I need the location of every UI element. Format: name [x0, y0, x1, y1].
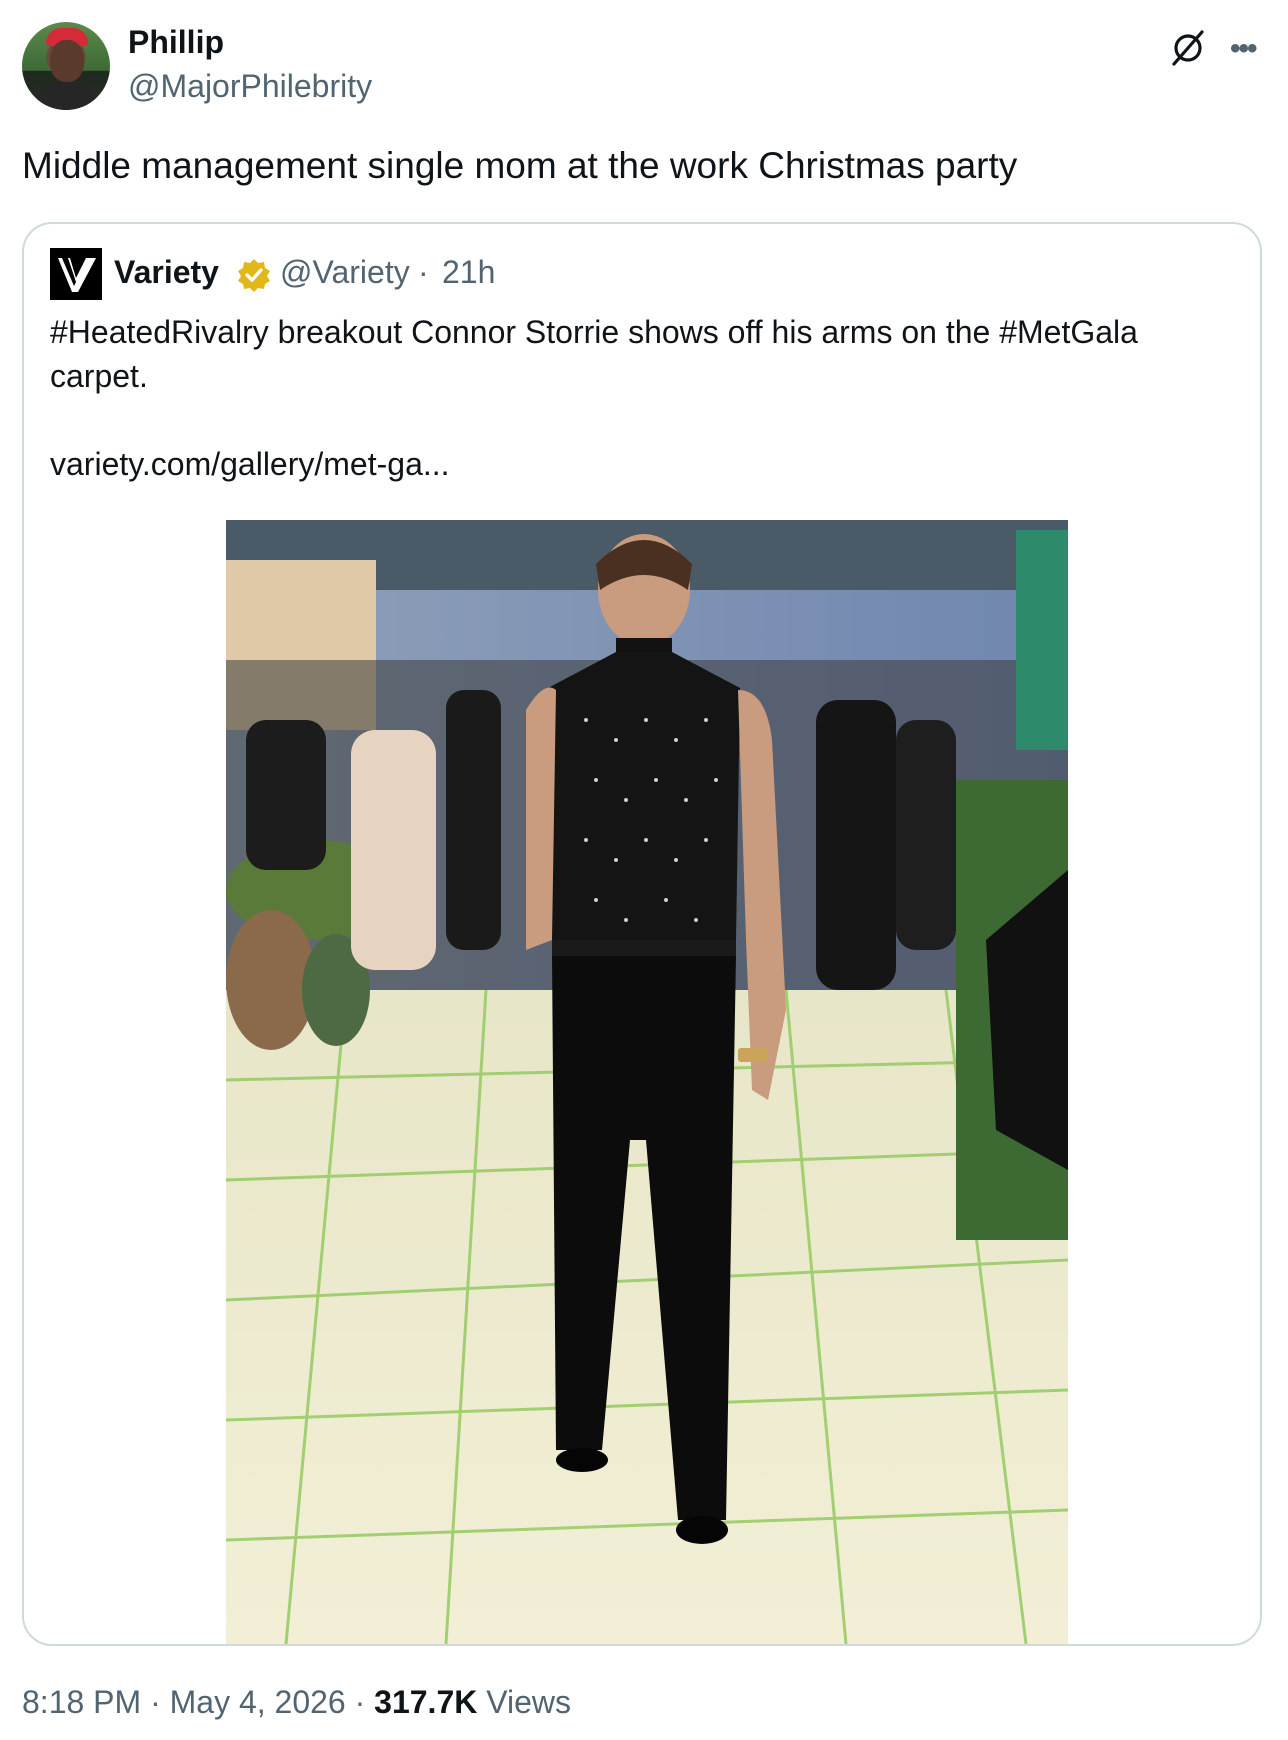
- author-name[interactable]: Phillip: [128, 24, 224, 61]
- tweet-date[interactable]: May 4, 2026: [170, 1684, 346, 1720]
- avatar-face: [50, 40, 84, 82]
- quoted-author-name[interactable]: Variety: [114, 254, 219, 291]
- more-options-icon[interactable]: •••: [1230, 34, 1257, 64]
- quoted-author-handle[interactable]: @Variety: [280, 254, 410, 291]
- grok-icon[interactable]: [1168, 28, 1208, 68]
- tweet-time[interactable]: 8:18 PM: [22, 1684, 141, 1720]
- quoted-timestamp[interactable]: 21h: [442, 254, 495, 291]
- footer-separator: ·: [354, 1684, 366, 1720]
- quoted-photo[interactable]: [226, 520, 1068, 1644]
- author-handle[interactable]: @MajorPhilebrity: [128, 68, 372, 105]
- tweet-metadata: 8:18 PM · May 4, 2026 · 317.7K Views: [22, 1684, 571, 1721]
- quoted-tweet-text: #HeatedRivalry breakout Connor Storrie s…: [50, 314, 1138, 394]
- met-gala-photo-illustration: [226, 520, 1068, 1644]
- quoted-link[interactable]: variety.com/gallery/met-ga...: [50, 446, 450, 483]
- tweet-text: Middle management single mom at the work…: [22, 145, 1018, 186]
- quoted-tweet[interactable]: Variety @Variety · 21h #HeatedRivalry br…: [22, 222, 1262, 1646]
- avatar-body: [34, 82, 100, 110]
- views-count: 317.7K: [374, 1684, 478, 1720]
- views-label: Views: [486, 1684, 572, 1720]
- variety-logo-icon[interactable]: [50, 248, 102, 300]
- verified-badge-icon: [238, 259, 270, 292]
- author-avatar[interactable]: [22, 22, 110, 110]
- quoted-separator: ·: [418, 254, 429, 290]
- footer-separator: ·: [150, 1684, 161, 1720]
